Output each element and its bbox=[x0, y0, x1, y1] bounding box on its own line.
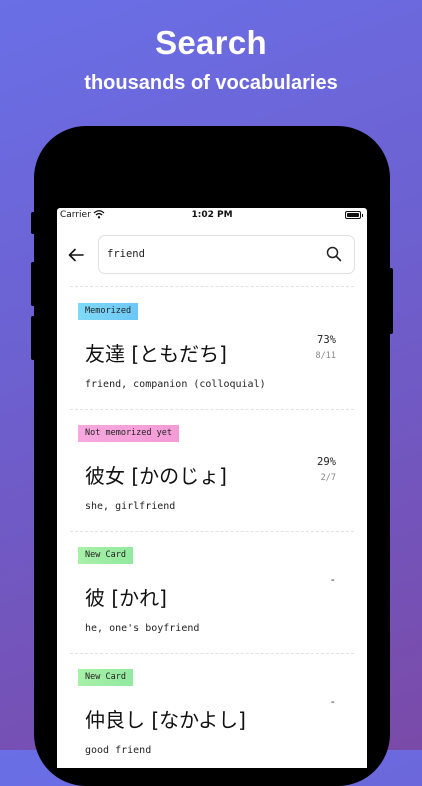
memorized-percent: 73% bbox=[317, 334, 336, 346]
result-card[interactable]: New Card 彼 [かれ] he, one's boyfriend - bbox=[70, 531, 354, 654]
search-icon[interactable] bbox=[326, 246, 342, 262]
back-arrow-icon[interactable] bbox=[67, 246, 85, 264]
vocab-word: 仲良し [なかよし] bbox=[85, 708, 246, 732]
vocab-word: 友達 [ともだち] bbox=[85, 342, 227, 366]
status-badge: New Card bbox=[78, 547, 133, 564]
search-input[interactable] bbox=[107, 245, 317, 263]
status-badge: Not memorized yet bbox=[78, 425, 179, 442]
vocab-meaning: good friend bbox=[85, 745, 152, 756]
memorized-percent: - bbox=[329, 696, 336, 708]
mute-switch bbox=[31, 212, 35, 234]
hero-title: Search bbox=[155, 24, 267, 61]
volume-down-button bbox=[31, 316, 35, 360]
status-badge: Memorized bbox=[78, 303, 139, 320]
memorized-percent: 29% bbox=[317, 456, 336, 468]
status-time: 1:02 PM bbox=[191, 210, 233, 220]
vocab-word: 彼 [かれ] bbox=[85, 586, 167, 610]
hero-subtitle: thousands of vocabularies bbox=[84, 72, 338, 94]
battery-icon bbox=[345, 211, 363, 219]
search-bar[interactable] bbox=[98, 235, 355, 274]
review-count: 2/7 bbox=[320, 473, 336, 483]
status-badge: New Card bbox=[78, 669, 133, 686]
vocab-meaning: he, one's boyfriend bbox=[85, 623, 200, 634]
vocab-word: 彼女 [かのじょ] bbox=[85, 464, 227, 488]
result-card[interactable]: New Card 仲良し [なかよし] good friend - bbox=[70, 653, 354, 768]
power-button bbox=[389, 268, 393, 334]
status-bar: Carrier 1:02 PM bbox=[57, 208, 367, 222]
review-count: 8/11 bbox=[315, 351, 336, 361]
result-card[interactable]: Not memorized yet 彼女 [かのじょ] she, girlfri… bbox=[70, 409, 354, 532]
app-screen: Carrier 1:02 PM Memorized 友達 [ともだち] frie… bbox=[57, 208, 367, 768]
vocab-meaning: friend, companion (colloquial) bbox=[85, 379, 266, 390]
vocab-meaning: she, girlfriend bbox=[85, 501, 176, 512]
result-card[interactable]: Memorized 友達 [ともだち] friend, companion (c… bbox=[70, 287, 354, 410]
volume-up-button bbox=[31, 262, 35, 306]
memorized-percent: - bbox=[329, 574, 336, 586]
